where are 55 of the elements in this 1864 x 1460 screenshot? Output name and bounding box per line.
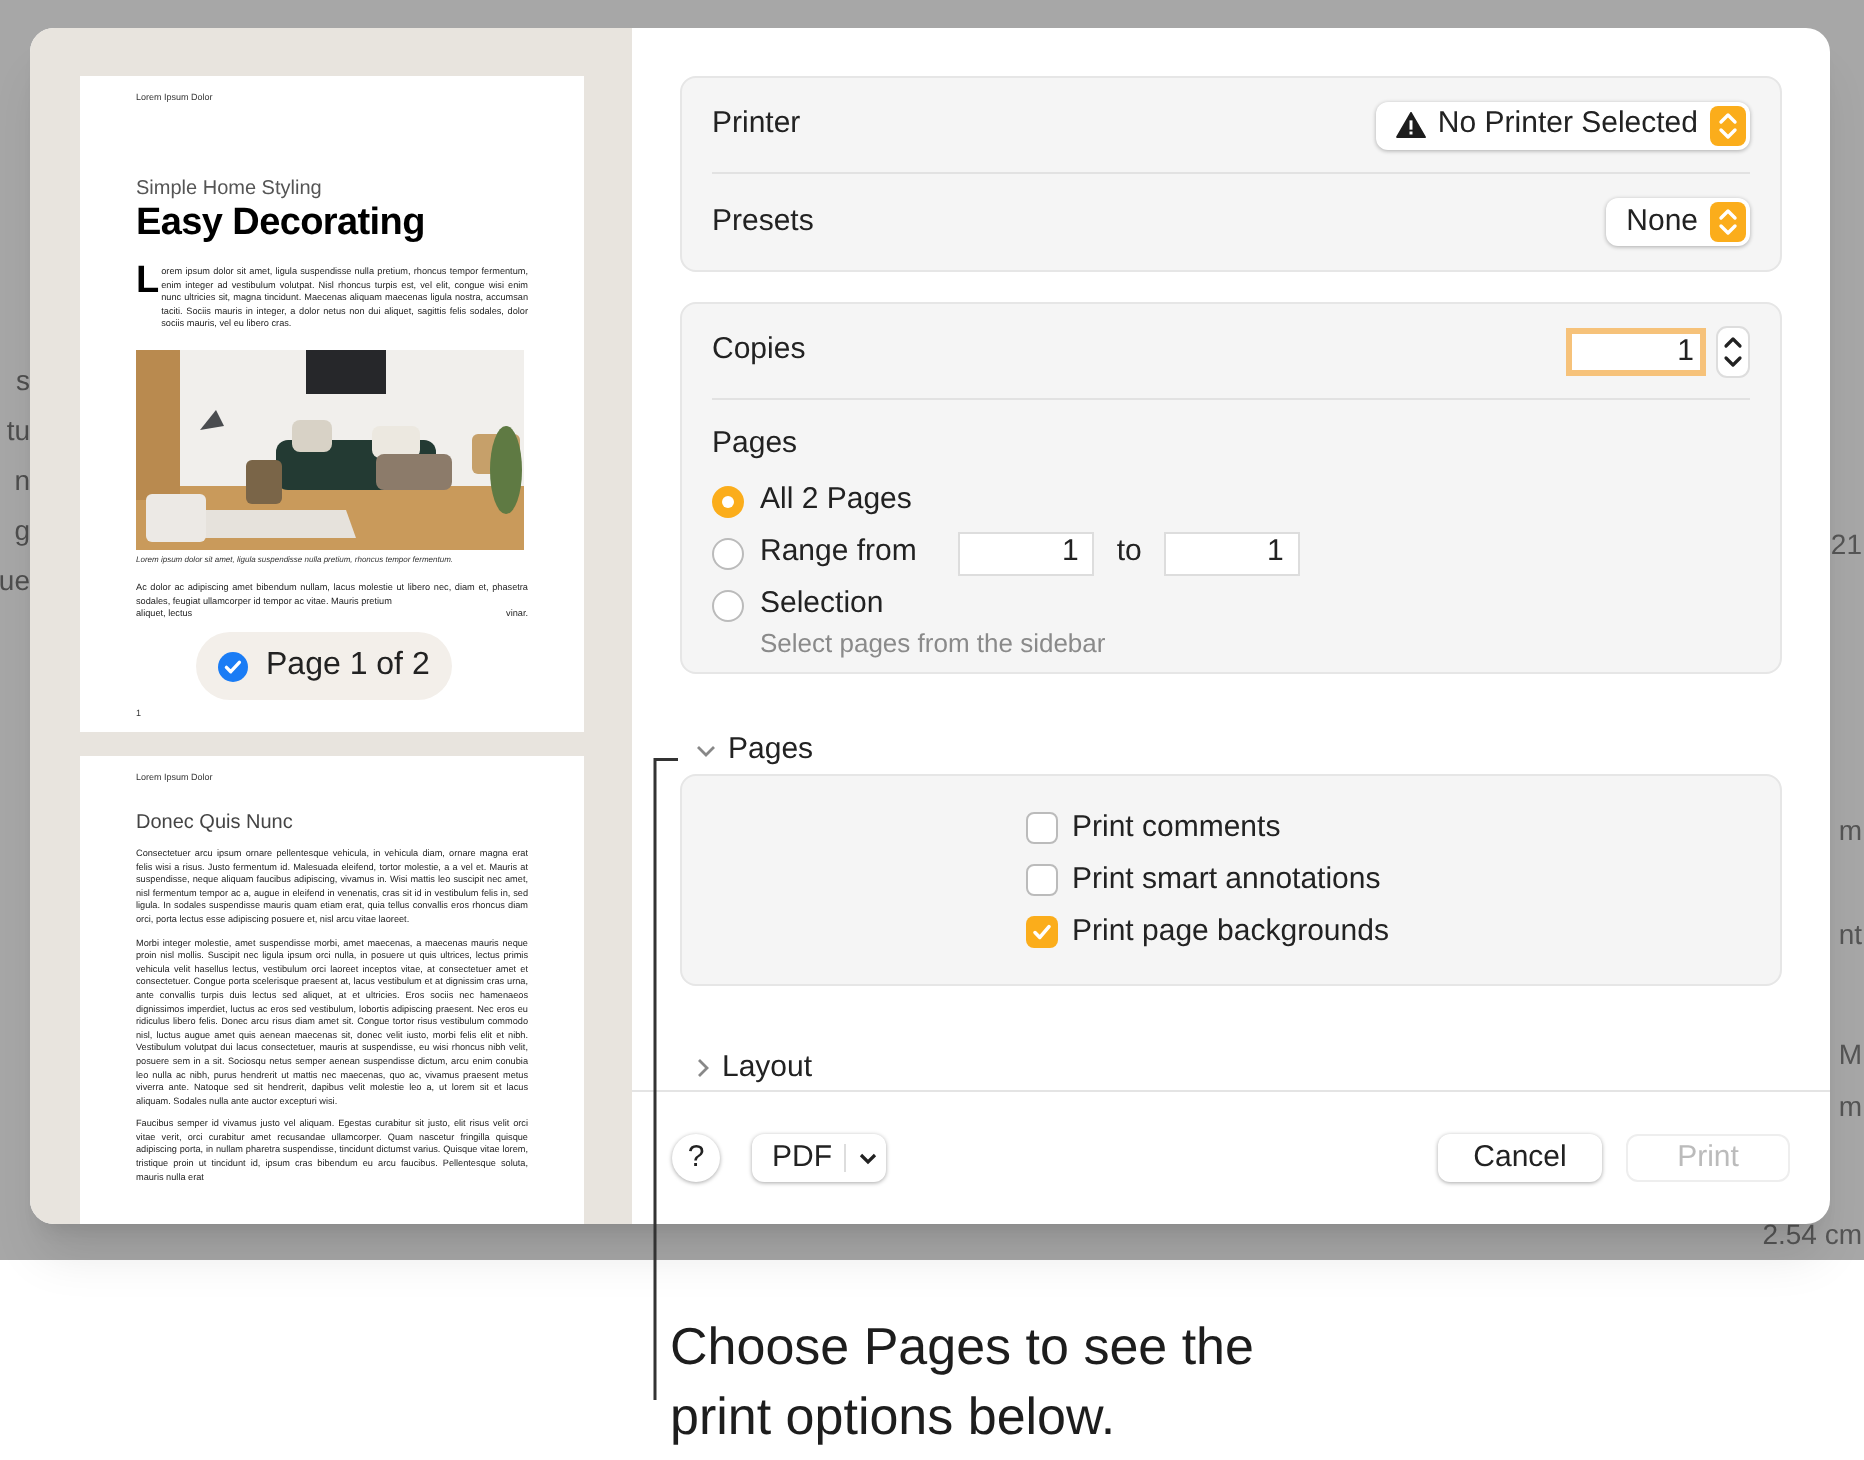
checkmark-icon xyxy=(1030,919,1054,944)
updown-chevron-icon xyxy=(1710,105,1746,145)
background-text: s xyxy=(16,362,30,400)
popup-button[interactable]: No Printer Selected xyxy=(1375,101,1750,149)
radio-button[interactable] xyxy=(712,589,744,621)
range-from-field[interactable]: 1 xyxy=(958,531,1095,575)
page-thumbnail[interactable] xyxy=(80,756,584,1224)
page-thumbnail[interactable] xyxy=(80,76,584,732)
cancel-button[interactable]: Cancel xyxy=(1438,1134,1602,1182)
background-text: g xyxy=(14,512,30,550)
chevron-down-icon[interactable] xyxy=(696,743,716,758)
radio-label[interactable]: All 2 Pages xyxy=(760,478,912,524)
pdf-menu-button[interactable]: PDF xyxy=(752,1134,886,1182)
checkbox[interactable] xyxy=(1026,863,1058,896)
section-title[interactable]: Pages xyxy=(728,727,814,773)
checkbox-label[interactable]: Print page backgrounds xyxy=(1072,909,1389,955)
hint-text: Select pages from the sidebar xyxy=(760,627,1108,659)
background-text: m xyxy=(1838,1088,1862,1124)
page-subtitle: Simple Home Styling xyxy=(136,178,324,202)
background-text: ue xyxy=(0,562,30,600)
setting-label: Pages xyxy=(712,424,800,464)
background-text: M xyxy=(1838,1036,1862,1072)
radio-button[interactable] xyxy=(712,537,744,569)
help-button[interactable]: ? xyxy=(672,1134,720,1182)
setting-label: Printer xyxy=(712,104,801,145)
background-text: tu xyxy=(6,412,30,450)
callout-text: Choose Pages to see the print options below. xyxy=(670,1314,1256,1450)
chevron-down-icon xyxy=(858,1151,878,1165)
range-to-label: to xyxy=(1116,532,1142,573)
page-title: Easy Decorating xyxy=(136,202,427,246)
popup-button[interactable]: None xyxy=(1606,198,1750,246)
checkbox[interactable] xyxy=(1026,915,1058,948)
page-badge[interactable]: Page 1 of 2 xyxy=(196,632,452,700)
setting-label: Presets xyxy=(712,201,814,242)
setting-label: Copies xyxy=(712,330,806,371)
radio-button[interactable] xyxy=(712,485,744,517)
checkbox[interactable] xyxy=(1026,811,1058,844)
radio-label[interactable]: Range from xyxy=(760,530,917,576)
updown-chevron-icon xyxy=(1710,202,1746,242)
chevron-right-icon[interactable] xyxy=(696,1057,710,1078)
copies-field[interactable]: 1 xyxy=(1566,327,1706,375)
page-title: Donec Quis Nunc xyxy=(136,810,295,836)
checkbox-label[interactable]: Print comments xyxy=(1072,805,1281,851)
drop-cap: L xyxy=(136,266,160,296)
badge-label: Page 1 of 2 xyxy=(266,646,430,686)
range-to-field[interactable]: 1 xyxy=(1163,531,1300,575)
background-text: 2.54 cm xyxy=(1762,1216,1862,1252)
section-title[interactable]: Layout xyxy=(722,1045,813,1090)
checkbox-label[interactable]: Print smart annotations xyxy=(1072,857,1381,903)
background-text: 21 xyxy=(1830,526,1862,562)
background-text: m xyxy=(1838,812,1862,848)
background-text: nt xyxy=(1838,916,1862,952)
stepper-icon[interactable] xyxy=(1716,325,1750,377)
radio-label[interactable]: Selection xyxy=(760,582,884,628)
background-text: n xyxy=(14,462,30,500)
